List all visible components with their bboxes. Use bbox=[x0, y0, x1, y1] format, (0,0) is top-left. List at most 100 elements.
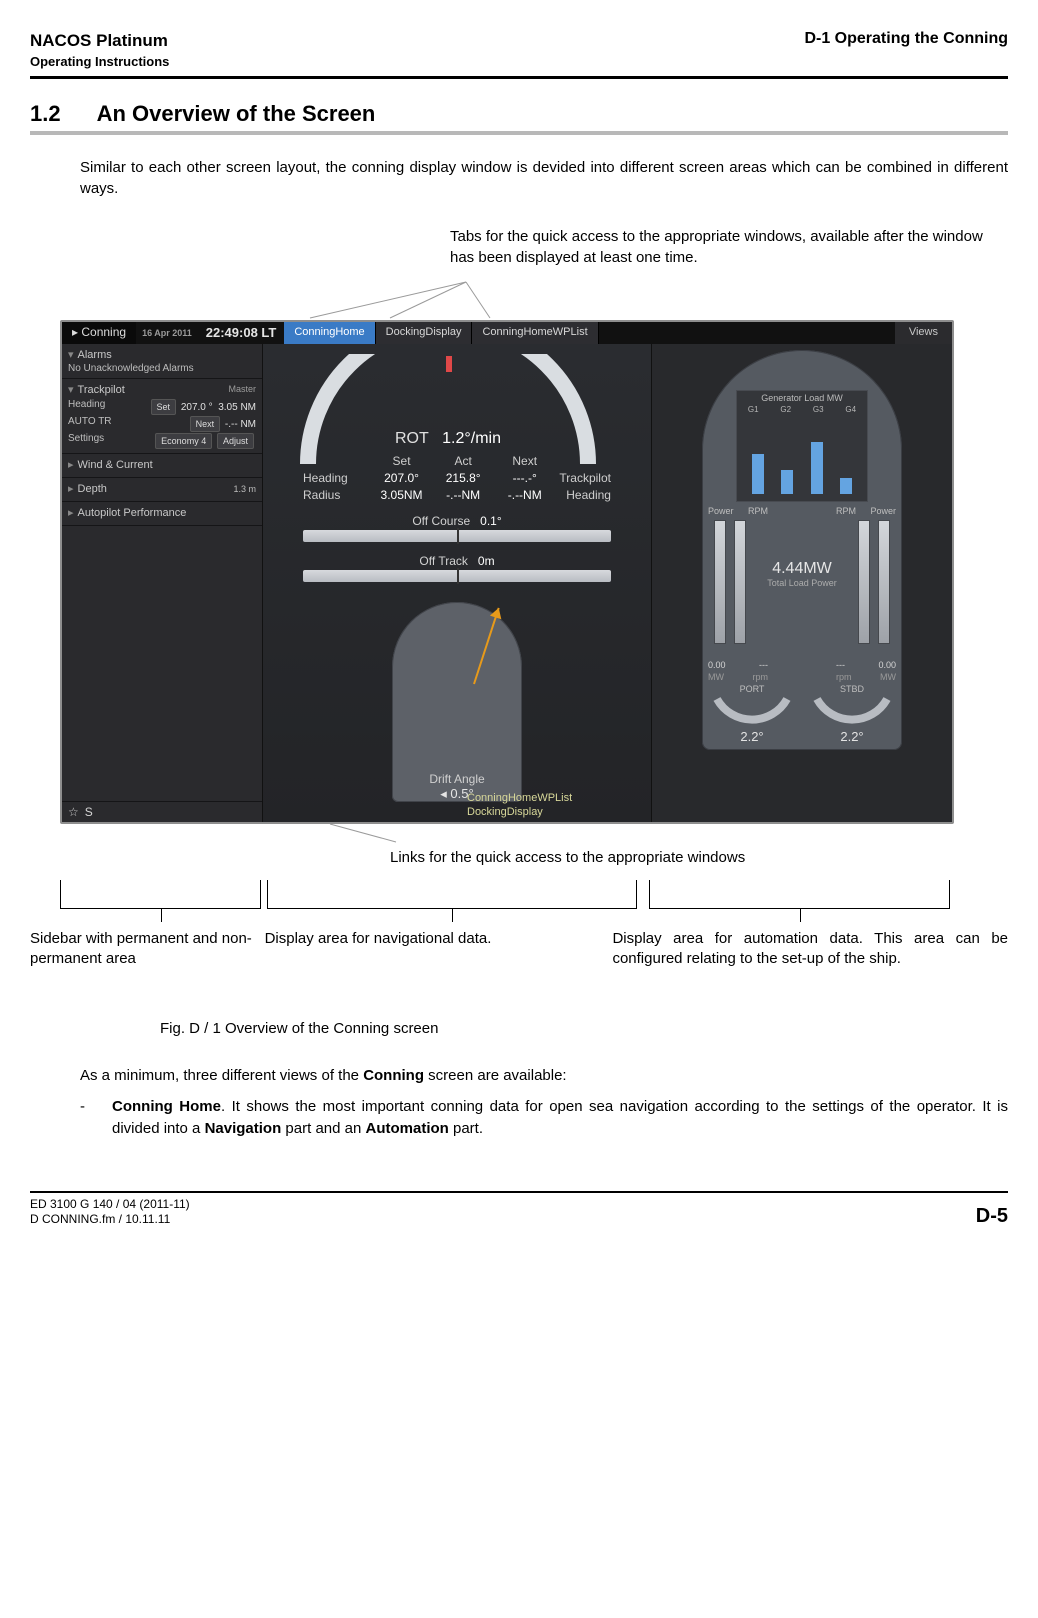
sidebar-bottom[interactable]: ☆ S bbox=[62, 801, 262, 822]
eng-right-col2 bbox=[858, 520, 870, 644]
sidebar-autopilot-perf[interactable]: ▸Autopilot Performance bbox=[62, 502, 262, 526]
set-button[interactable]: Set bbox=[151, 399, 177, 415]
offcourse-value: 0.1° bbox=[480, 514, 501, 528]
gen-title: Generator Load MW bbox=[737, 391, 867, 405]
master-label: Master bbox=[228, 384, 256, 394]
bracket-nav bbox=[267, 880, 637, 909]
drift-label: Drift Angle bbox=[429, 772, 484, 786]
clock: 22:49:08 LT bbox=[200, 322, 285, 344]
radius-val-inline: 3.05 NM bbox=[218, 402, 256, 413]
total-load-value: 4.44MW bbox=[767, 560, 837, 578]
footer-page-number: D-5 bbox=[976, 1205, 1008, 1228]
tab-conninghome[interactable]: ConningHome bbox=[284, 322, 375, 344]
tab-dockingdisplay[interactable]: DockingDisplay bbox=[376, 322, 473, 344]
chapter-title: D-1 Operating the Conning bbox=[804, 30, 1008, 48]
economy-picker[interactable]: Economy 4 bbox=[155, 433, 212, 449]
section-title: An Overview of the Screen bbox=[97, 101, 376, 127]
quick-link-wplist[interactable]: ConningHomeWPList bbox=[467, 792, 572, 806]
sidebar-depth[interactable]: ▸Depth 1.3 m bbox=[62, 478, 262, 502]
bracket-auto bbox=[649, 880, 950, 909]
sidebar-windcurrent[interactable]: ▸Wind & Current bbox=[62, 454, 262, 478]
heading-key: Heading bbox=[68, 398, 105, 415]
page-header: NACOS Platinum Operating Instructions D-… bbox=[30, 30, 1008, 70]
bullet-title-bold: Conning Home bbox=[112, 1098, 221, 1115]
screenshot-panel: ▸ Conning 16 Apr 2011 22:49:08 LT Connin… bbox=[60, 320, 954, 824]
eng-left-col1 bbox=[714, 520, 726, 644]
right-rpm-val: --- bbox=[836, 660, 845, 670]
depth-val: 1.3 m bbox=[233, 484, 256, 494]
total-load-block: 4.44MW Total Load Power bbox=[767, 560, 837, 588]
bracket-labels-row: Sidebar with permanent and non-permanent… bbox=[30, 929, 1008, 970]
product-name: NACOS Platinum bbox=[30, 30, 169, 53]
footer-rule bbox=[30, 1191, 1008, 1193]
alarms-msg: No Unacknowledged Alarms bbox=[68, 363, 256, 374]
col-next: Next bbox=[494, 454, 556, 468]
left-mw-val: 0.00 bbox=[708, 660, 726, 670]
radius-act: -.--NM bbox=[432, 488, 494, 502]
gen-bar-3 bbox=[811, 442, 823, 494]
sidebar-spacer bbox=[62, 526, 262, 801]
off-course-block: Off Course 0.1° bbox=[303, 514, 611, 542]
right-mw-val: 0.00 bbox=[878, 660, 896, 670]
views-dropdown[interactable]: Views bbox=[895, 322, 952, 344]
rud-port-val: 2.2° bbox=[712, 729, 792, 744]
conning-label[interactable]: ▸ Conning bbox=[62, 322, 136, 344]
offcourse-bar bbox=[303, 530, 611, 542]
rpm-label-l: RPM bbox=[748, 506, 768, 516]
trackpilot-title: Trackpilot bbox=[78, 384, 125, 396]
mw-unit-l: MW bbox=[708, 672, 724, 682]
star-icon[interactable]: ☆ bbox=[68, 805, 79, 819]
next-button[interactable]: Next bbox=[190, 416, 221, 432]
doc-subtitle: Operating Instructions bbox=[30, 53, 169, 71]
footer-left: ED 3100 G 140 / 04 (2011-11) D CONNING.f… bbox=[30, 1197, 190, 1228]
rot-readout: ROT 1.2°/min bbox=[395, 430, 501, 448]
gen-col-g2: G2 bbox=[780, 405, 791, 414]
off-track-block: Off Track 0m bbox=[303, 554, 611, 582]
sidebar-trackpilot[interactable]: ▾Trackpilot Master Heading Set 207.0 ° 3… bbox=[62, 379, 262, 454]
bracket-label-nav: Display area for navigational data. bbox=[259, 929, 613, 970]
rot-label-text: ROT bbox=[395, 430, 429, 447]
quick-link-docking[interactable]: DockingDisplay bbox=[467, 806, 572, 820]
adjust-button[interactable]: Adjust bbox=[217, 433, 254, 449]
section-number: 1.2 bbox=[30, 101, 61, 127]
bullet-end: part. bbox=[449, 1120, 483, 1137]
figure-caption: Fig. D / 1 Overview of the Conning scree… bbox=[160, 1020, 1008, 1037]
tab-conninghomewplist[interactable]: ConningHomeWPList bbox=[472, 322, 598, 344]
header-rule bbox=[30, 76, 1008, 79]
screenshot-body: ▾Alarms No Unacknowledged Alarms ▾Trackp… bbox=[62, 344, 952, 822]
bracket-label-sidebar: Sidebar with permanent and non-permanent… bbox=[30, 929, 259, 970]
gen-bar-1 bbox=[752, 454, 764, 494]
bullet-conning-home: - Conning Home. It shows the most import… bbox=[80, 1096, 1008, 1141]
bullet-nav-bold: Navigation bbox=[205, 1120, 282, 1137]
bullet-body: Conning Home. It shows the most importan… bbox=[112, 1096, 1008, 1141]
sidebar: ▾Alarms No Unacknowledged Alarms ▾Trackp… bbox=[62, 344, 263, 822]
leader-lines-top bbox=[60, 280, 950, 320]
gen-col-g4: G4 bbox=[845, 405, 856, 414]
screenshot-topbar: ▸ Conning 16 Apr 2011 22:49:08 LT Connin… bbox=[62, 322, 952, 344]
alarms-title: Alarms bbox=[78, 349, 112, 361]
heading-next: ---.-° bbox=[494, 471, 556, 485]
gen-bar-2 bbox=[781, 470, 793, 494]
autotr-key: AUTO TR bbox=[68, 415, 112, 432]
p2-pre: As a minimum, three different views of t… bbox=[80, 1067, 363, 1084]
engine-right: RPM Power --- 0.00 rpm MW bbox=[836, 520, 896, 670]
paragraph-views-intro: As a minimum, three different views of t… bbox=[80, 1065, 1008, 1086]
nav-area: ROT 1.2°/min Set Act Next Heading 207. bbox=[263, 344, 651, 822]
brackets-row bbox=[60, 880, 950, 909]
bracket-label-auto: Display area for automation data. This a… bbox=[612, 929, 1008, 970]
mw-unit-r: MW bbox=[880, 672, 896, 682]
rpm-unit-r: rpm bbox=[836, 672, 852, 682]
rud-port-arc-icon bbox=[712, 694, 792, 724]
footer-file-date: D CONNING.fm / 10.11.11 bbox=[30, 1212, 190, 1228]
ap-title: Autopilot Performance bbox=[78, 507, 187, 519]
row-radius-label: Radius bbox=[303, 488, 371, 502]
header-left: NACOS Platinum Operating Instructions bbox=[30, 30, 169, 70]
rudder-port: PORT 2.2° bbox=[712, 684, 792, 744]
engine-left: Power RPM 0.00 --- MW rpm bbox=[708, 520, 768, 670]
sidebar-alarms[interactable]: ▾Alarms No Unacknowledged Alarms bbox=[62, 344, 262, 379]
rpm-label-r: RPM bbox=[836, 506, 856, 516]
eng-left-col2 bbox=[734, 520, 746, 644]
radius-mode: Heading bbox=[556, 488, 611, 502]
ship-silhouette: Generator Load MW G1 G2 G3 G4 bbox=[702, 350, 902, 750]
rudder-row: PORT 2.2° STBD 2.2° bbox=[702, 684, 902, 744]
